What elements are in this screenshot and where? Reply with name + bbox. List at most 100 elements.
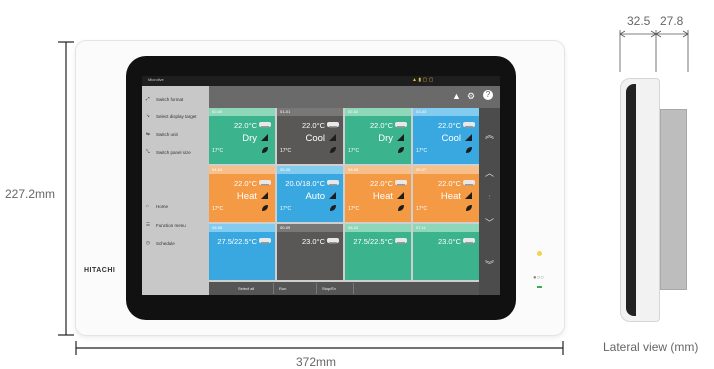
chevron-double-down-icon[interactable]: ︾ <box>483 260 496 270</box>
eco-leaf-icon <box>262 205 268 211</box>
unit-tile-setpoint: 22.0°C <box>233 121 257 130</box>
unit-tile-id: 05-05 <box>277 166 343 174</box>
unit-tile[interactable]: 05-07 22.0°C Heat 17°C <box>413 166 479 222</box>
status-title: Microlive <box>148 77 164 82</box>
indoor-unit-icon <box>327 180 339 186</box>
unit-tile[interactable]: 01-01 22.0°C Cool 17°C <box>277 108 343 164</box>
unit-tile-id: 01-01 <box>277 108 343 116</box>
stop-button[interactable]: Stop/Ev <box>318 283 354 294</box>
page-dots-icon: ⋮ <box>487 194 492 199</box>
sidebar-item-function-menu[interactable]: ☰ Function menu <box>146 222 186 229</box>
unit-tile[interactable]: 06-06 22.0°C Heat 17°C <box>345 166 411 222</box>
unit-tile-room-temp: 17°C <box>416 206 428 212</box>
sidebar-item-switch-unit[interactable]: ⇆ Switch unit <box>146 131 178 138</box>
eco-leaf-icon <box>398 205 404 211</box>
side-depth-front-label: 32.5 <box>627 14 651 28</box>
fan-speed-icon <box>329 134 336 141</box>
fan-speed-icon <box>261 134 268 141</box>
select-target-icon: ↘ <box>146 113 150 118</box>
unit-tile-room-temp: 17°C <box>348 148 360 154</box>
indoor-unit-icon <box>395 180 407 186</box>
gear-icon[interactable]: ⚙ <box>467 91 475 102</box>
indoor-unit-icon <box>327 122 339 128</box>
unit-tile-mode: Auto <box>305 191 325 202</box>
unit-tile-id: 06-06 <box>345 166 411 174</box>
indoor-unit-icon <box>259 238 271 244</box>
indoor-unit-icon <box>259 122 271 128</box>
top-toolbar: ▲ ⚙ ? <box>209 86 500 108</box>
lateral-view-glass <box>626 84 636 316</box>
indoor-unit-icon <box>463 122 475 128</box>
unit-tile[interactable]: 00-09 23.0°C <box>277 224 343 280</box>
eco-leaf-icon <box>466 205 472 211</box>
unit-tile[interactable]: 05-05 20.0/18.0°C Auto 17°C <box>277 166 343 222</box>
unit-tile-id: 03-03 <box>413 108 479 116</box>
unit-tile-mode: Dry <box>242 133 257 144</box>
sidebar-item-home[interactable]: ⌂ Home <box>146 203 168 210</box>
fan-speed-icon <box>465 192 472 199</box>
unit-tile[interactable]: 02-02 22.0°C Dry 17°C <box>345 108 411 164</box>
sidebar-item-switch-panel-size[interactable]: ⤡ Switch panel size <box>146 149 191 156</box>
status-bar: Microlive ▲ ▮ ▢ ▢ <box>142 76 500 86</box>
fan-speed-icon <box>397 134 404 141</box>
chevron-double-up-icon[interactable]: ︽ <box>483 130 496 140</box>
select-all-button[interactable]: Select all <box>234 283 274 294</box>
unit-tile[interactable]: 07-11 23.0°C <box>413 224 479 280</box>
unit-tile[interactable]: 06-08 27.5/22.5°C <box>209 224 275 280</box>
sidebar-item-switch-format[interactable]: ⤢ Switch format <box>146 96 183 103</box>
status-led-panel: ●○○ <box>533 251 547 291</box>
sidebar-item-schedule[interactable]: ◷ Schedule <box>146 240 175 247</box>
run-button[interactable]: Run <box>275 283 317 294</box>
unit-tile-id: 06-08 <box>209 224 275 232</box>
notification-icons: ▲ ▮ ▢ ▢ <box>412 77 434 83</box>
unit-tile-grid: 00-00 22.0°C Dry 17°C 01-01 22.0°C Cool 17°C 02-… <box>209 108 479 282</box>
unit-tile-id: 04-04 <box>209 166 275 174</box>
unit-tile[interactable]: 00-00 22.0°C Dry 17°C <box>209 108 275 164</box>
unit-tile-id: 07-11 <box>413 224 479 232</box>
indoor-unit-icon <box>395 238 407 244</box>
unit-tile-setpoint: 22.0°C <box>437 121 461 130</box>
panel-size-icon: ⤡ <box>146 149 150 154</box>
unit-tile[interactable]: 03-03 22.0°C Cool 17°C <box>413 108 479 164</box>
unit-tile[interactable]: 04-04 22.0°C Heat 17°C <box>209 166 275 222</box>
indoor-unit-icon <box>463 238 475 244</box>
unit-tile-id: 06-10 <box>345 224 411 232</box>
unit-tile-mode: Dry <box>378 133 393 144</box>
fan-speed-icon <box>397 192 404 199</box>
unit-tile-room-temp: 17°C <box>212 206 224 212</box>
unit-tile-mode: Heat <box>372 191 393 202</box>
indoor-unit-icon <box>327 238 339 244</box>
indoor-unit-icon <box>259 180 271 186</box>
warning-icon[interactable]: ▲ <box>452 91 461 101</box>
led-yellow-icon <box>537 251 542 256</box>
fan-speed-icon <box>465 134 472 141</box>
switch-format-icon: ⤢ <box>146 96 150 101</box>
unit-tile-room-temp: 17°C <box>280 148 292 154</box>
sidebar-item-select-display-target[interactable]: ↘ Select display target <box>146 113 197 120</box>
unit-tile-id: 00-09 <box>277 224 343 232</box>
sidebar: ⤢ Switch format ↘ Select display target ⇆ S… <box>142 86 209 295</box>
unit-tile-room-temp: 17°C <box>212 148 224 154</box>
unit-tile-setpoint: 22.0°C <box>437 179 461 188</box>
unit-tile-room-temp: 17°C <box>416 148 428 154</box>
help-icon[interactable]: ? <box>483 90 493 100</box>
unit-tile-setpoint: 23.0°C <box>437 237 461 246</box>
height-dimension-label: 227.2mm <box>5 187 56 201</box>
chevron-up-icon[interactable]: ︿ <box>483 168 496 178</box>
lateral-view-body <box>660 109 687 290</box>
eco-leaf-icon <box>398 147 404 153</box>
home-icon: ⌂ <box>146 203 149 208</box>
unit-tile-mode: Heat <box>236 191 257 202</box>
unit-tile-mode: Cool <box>441 133 461 144</box>
eco-leaf-icon <box>330 205 336 211</box>
unit-tile-setpoint: 22.0°C <box>301 121 325 130</box>
unit-tile-room-temp: 17°C <box>280 206 292 212</box>
unit-tile[interactable]: 06-10 27.5/22.5°C <box>345 224 411 280</box>
led-green-icon <box>537 286 542 288</box>
chevron-down-icon[interactable]: ﹀ <box>483 218 496 228</box>
side-depth-back-label: 27.8 <box>660 14 684 28</box>
unit-tile-mode: Heat <box>440 191 461 202</box>
fan-speed-icon <box>261 192 268 199</box>
unit-tile-id: 02-02 <box>345 108 411 116</box>
unit-tile-setpoint: 22.0°C <box>369 121 393 130</box>
